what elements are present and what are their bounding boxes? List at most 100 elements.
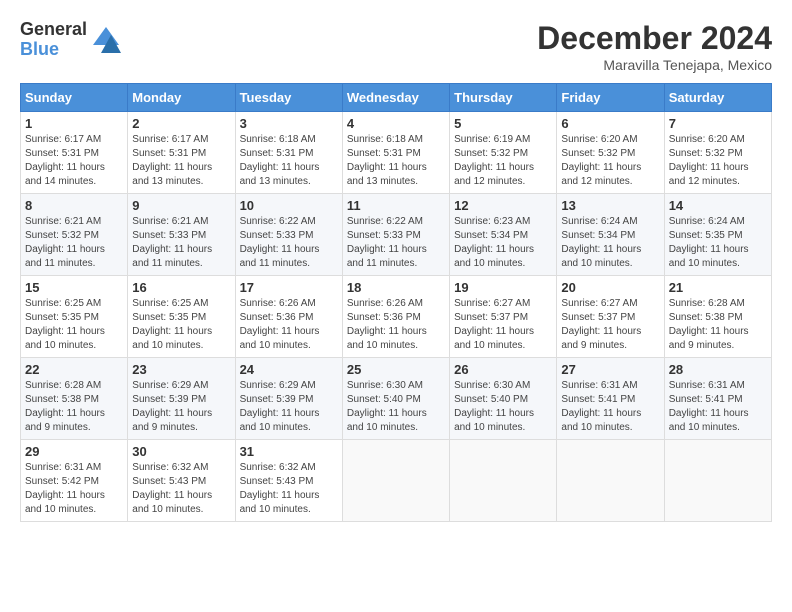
calendar-cell xyxy=(557,440,664,522)
day-number: 2 xyxy=(132,116,230,131)
weekday-header: Wednesday xyxy=(342,84,449,112)
day-number: 18 xyxy=(347,280,445,295)
calendar-week-row: 8 Sunrise: 6:21 AM Sunset: 5:32 PM Dayli… xyxy=(21,194,772,276)
day-number: 24 xyxy=(240,362,338,377)
calendar-cell: 14 Sunrise: 6:24 AM Sunset: 5:35 PM Dayl… xyxy=(664,194,771,276)
day-info: Sunrise: 6:26 AM Sunset: 5:36 PM Dayligh… xyxy=(240,297,338,353)
weekday-header: Sunday xyxy=(21,84,128,112)
title-block: December 2024 Maravilla Tenejapa, Mexico xyxy=(537,20,772,73)
weekday-header: Monday xyxy=(128,84,235,112)
day-info: Sunrise: 6:28 AM Sunset: 5:38 PM Dayligh… xyxy=(669,297,767,353)
day-info: Sunrise: 6:29 AM Sunset: 5:39 PM Dayligh… xyxy=(240,379,338,435)
calendar-week-row: 15 Sunrise: 6:25 AM Sunset: 5:35 PM Dayl… xyxy=(21,276,772,358)
calendar-cell: 12 Sunrise: 6:23 AM Sunset: 5:34 PM Dayl… xyxy=(450,194,557,276)
day-info: Sunrise: 6:24 AM Sunset: 5:35 PM Dayligh… xyxy=(669,215,767,271)
page-header: General Blue December 2024 Maravilla Ten… xyxy=(20,20,772,73)
day-number: 8 xyxy=(25,198,123,213)
day-info: Sunrise: 6:22 AM Sunset: 5:33 PM Dayligh… xyxy=(347,215,445,271)
day-info: Sunrise: 6:18 AM Sunset: 5:31 PM Dayligh… xyxy=(240,133,338,189)
calendar-cell: 16 Sunrise: 6:25 AM Sunset: 5:35 PM Dayl… xyxy=(128,276,235,358)
day-info: Sunrise: 6:21 AM Sunset: 5:33 PM Dayligh… xyxy=(132,215,230,271)
day-number: 10 xyxy=(240,198,338,213)
day-info: Sunrise: 6:23 AM Sunset: 5:34 PM Dayligh… xyxy=(454,215,552,271)
day-number: 6 xyxy=(561,116,659,131)
calendar-cell: 11 Sunrise: 6:22 AM Sunset: 5:33 PM Dayl… xyxy=(342,194,449,276)
day-info: Sunrise: 6:30 AM Sunset: 5:40 PM Dayligh… xyxy=(454,379,552,435)
calendar-cell: 25 Sunrise: 6:30 AM Sunset: 5:40 PM Dayl… xyxy=(342,358,449,440)
calendar-week-row: 29 Sunrise: 6:31 AM Sunset: 5:42 PM Dayl… xyxy=(21,440,772,522)
calendar-cell: 23 Sunrise: 6:29 AM Sunset: 5:39 PM Dayl… xyxy=(128,358,235,440)
day-info: Sunrise: 6:31 AM Sunset: 5:41 PM Dayligh… xyxy=(561,379,659,435)
day-info: Sunrise: 6:24 AM Sunset: 5:34 PM Dayligh… xyxy=(561,215,659,271)
day-number: 30 xyxy=(132,444,230,459)
calendar-cell: 10 Sunrise: 6:22 AM Sunset: 5:33 PM Dayl… xyxy=(235,194,342,276)
calendar-cell: 8 Sunrise: 6:21 AM Sunset: 5:32 PM Dayli… xyxy=(21,194,128,276)
calendar-cell: 1 Sunrise: 6:17 AM Sunset: 5:31 PM Dayli… xyxy=(21,112,128,194)
logo-general: General xyxy=(20,20,87,40)
calendar-cell: 3 Sunrise: 6:18 AM Sunset: 5:31 PM Dayli… xyxy=(235,112,342,194)
day-info: Sunrise: 6:27 AM Sunset: 5:37 PM Dayligh… xyxy=(561,297,659,353)
calendar-cell: 18 Sunrise: 6:26 AM Sunset: 5:36 PM Dayl… xyxy=(342,276,449,358)
day-number: 14 xyxy=(669,198,767,213)
day-info: Sunrise: 6:17 AM Sunset: 5:31 PM Dayligh… xyxy=(25,133,123,189)
day-number: 7 xyxy=(669,116,767,131)
calendar-cell: 9 Sunrise: 6:21 AM Sunset: 5:33 PM Dayli… xyxy=(128,194,235,276)
day-info: Sunrise: 6:21 AM Sunset: 5:32 PM Dayligh… xyxy=(25,215,123,271)
day-number: 28 xyxy=(669,362,767,377)
day-info: Sunrise: 6:32 AM Sunset: 5:43 PM Dayligh… xyxy=(132,461,230,517)
day-info: Sunrise: 6:27 AM Sunset: 5:37 PM Dayligh… xyxy=(454,297,552,353)
day-info: Sunrise: 6:31 AM Sunset: 5:42 PM Dayligh… xyxy=(25,461,123,517)
calendar-cell: 6 Sunrise: 6:20 AM Sunset: 5:32 PM Dayli… xyxy=(557,112,664,194)
calendar-cell: 19 Sunrise: 6:27 AM Sunset: 5:37 PM Dayl… xyxy=(450,276,557,358)
calendar-week-row: 22 Sunrise: 6:28 AM Sunset: 5:38 PM Dayl… xyxy=(21,358,772,440)
calendar-cell: 7 Sunrise: 6:20 AM Sunset: 5:32 PM Dayli… xyxy=(664,112,771,194)
day-info: Sunrise: 6:26 AM Sunset: 5:36 PM Dayligh… xyxy=(347,297,445,353)
calendar-cell: 24 Sunrise: 6:29 AM Sunset: 5:39 PM Dayl… xyxy=(235,358,342,440)
calendar-cell: 15 Sunrise: 6:25 AM Sunset: 5:35 PM Dayl… xyxy=(21,276,128,358)
day-info: Sunrise: 6:31 AM Sunset: 5:41 PM Dayligh… xyxy=(669,379,767,435)
day-number: 31 xyxy=(240,444,338,459)
day-info: Sunrise: 6:25 AM Sunset: 5:35 PM Dayligh… xyxy=(25,297,123,353)
month-year-title: December 2024 xyxy=(537,20,772,57)
day-info: Sunrise: 6:30 AM Sunset: 5:40 PM Dayligh… xyxy=(347,379,445,435)
weekday-header: Friday xyxy=(557,84,664,112)
calendar-header-row: SundayMondayTuesdayWednesdayThursdayFrid… xyxy=(21,84,772,112)
calendar-cell: 26 Sunrise: 6:30 AM Sunset: 5:40 PM Dayl… xyxy=(450,358,557,440)
day-number: 17 xyxy=(240,280,338,295)
weekday-header: Thursday xyxy=(450,84,557,112)
day-number: 26 xyxy=(454,362,552,377)
calendar-cell: 17 Sunrise: 6:26 AM Sunset: 5:36 PM Dayl… xyxy=(235,276,342,358)
calendar-cell: 22 Sunrise: 6:28 AM Sunset: 5:38 PM Dayl… xyxy=(21,358,128,440)
calendar-cell: 4 Sunrise: 6:18 AM Sunset: 5:31 PM Dayli… xyxy=(342,112,449,194)
day-number: 16 xyxy=(132,280,230,295)
calendar-week-row: 1 Sunrise: 6:17 AM Sunset: 5:31 PM Dayli… xyxy=(21,112,772,194)
day-number: 25 xyxy=(347,362,445,377)
day-number: 1 xyxy=(25,116,123,131)
weekday-header: Saturday xyxy=(664,84,771,112)
weekday-header: Tuesday xyxy=(235,84,342,112)
day-number: 5 xyxy=(454,116,552,131)
day-info: Sunrise: 6:25 AM Sunset: 5:35 PM Dayligh… xyxy=(132,297,230,353)
day-number: 27 xyxy=(561,362,659,377)
calendar-cell xyxy=(664,440,771,522)
calendar-cell: 28 Sunrise: 6:31 AM Sunset: 5:41 PM Dayl… xyxy=(664,358,771,440)
day-number: 15 xyxy=(25,280,123,295)
day-number: 12 xyxy=(454,198,552,213)
calendar-cell: 31 Sunrise: 6:32 AM Sunset: 5:43 PM Dayl… xyxy=(235,440,342,522)
calendar-cell: 5 Sunrise: 6:19 AM Sunset: 5:32 PM Dayli… xyxy=(450,112,557,194)
day-info: Sunrise: 6:29 AM Sunset: 5:39 PM Dayligh… xyxy=(132,379,230,435)
location-subtitle: Maravilla Tenejapa, Mexico xyxy=(537,57,772,73)
day-info: Sunrise: 6:28 AM Sunset: 5:38 PM Dayligh… xyxy=(25,379,123,435)
day-number: 22 xyxy=(25,362,123,377)
day-info: Sunrise: 6:20 AM Sunset: 5:32 PM Dayligh… xyxy=(669,133,767,189)
day-number: 9 xyxy=(132,198,230,213)
day-number: 13 xyxy=(561,198,659,213)
day-number: 19 xyxy=(454,280,552,295)
day-number: 3 xyxy=(240,116,338,131)
calendar-cell xyxy=(342,440,449,522)
calendar-cell: 13 Sunrise: 6:24 AM Sunset: 5:34 PM Dayl… xyxy=(557,194,664,276)
day-number: 23 xyxy=(132,362,230,377)
calendar-cell: 27 Sunrise: 6:31 AM Sunset: 5:41 PM Dayl… xyxy=(557,358,664,440)
day-info: Sunrise: 6:19 AM Sunset: 5:32 PM Dayligh… xyxy=(454,133,552,189)
day-number: 29 xyxy=(25,444,123,459)
